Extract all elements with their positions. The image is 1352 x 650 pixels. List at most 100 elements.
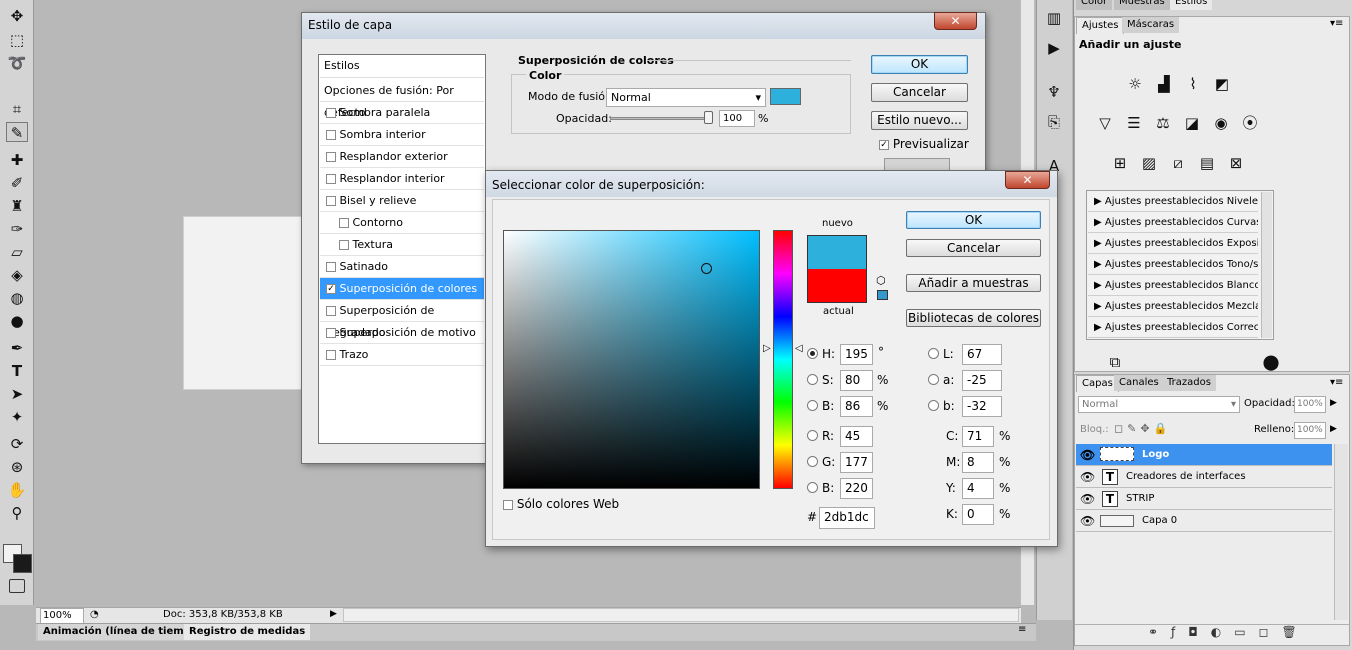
hue-input[interactable]: 195: [840, 344, 873, 365]
checkbox-checked[interactable]: ✓: [326, 284, 336, 294]
lab-a-input[interactable]: -25: [962, 370, 1002, 391]
checkbox[interactable]: [326, 262, 336, 272]
style-pattern-overlay[interactable]: Superposición de motivo: [320, 322, 484, 344]
selective-color-icon[interactable]: ⊠: [1225, 153, 1247, 173]
fill-field[interactable]: 100%: [1294, 422, 1326, 439]
radio-blue[interactable]: [807, 482, 818, 493]
history-brush-icon[interactable]: ✑: [6, 219, 28, 239]
tab-adjustments[interactable]: Ajustes: [1076, 17, 1125, 34]
preset-mixer[interactable]: ▶ Ajustes preestablecidos Mezclador de c…: [1088, 297, 1258, 317]
red-input[interactable]: 45: [840, 426, 873, 447]
hue-slider[interactable]: [773, 230, 793, 489]
green-input[interactable]: 177: [840, 452, 873, 473]
style-ok-button[interactable]: OK: [871, 55, 968, 74]
invert-icon[interactable]: ⊞: [1109, 153, 1131, 173]
shape-tool-icon[interactable]: ✦: [6, 407, 28, 427]
visibility-cycle-icon[interactable]: ⬤: [1260, 352, 1282, 372]
document-canvas[interactable]: [183, 216, 313, 390]
layers-scrollbar[interactable]: [1334, 444, 1348, 620]
crop-tool-icon[interactable]: ⌗: [6, 99, 28, 119]
layer-opacity-field[interactable]: 100%: [1294, 396, 1326, 413]
move-tool-icon[interactable]: ✥: [6, 6, 28, 26]
quick-mask-icon[interactable]: [9, 579, 25, 593]
status-info-icon[interactable]: ◔: [90, 609, 99, 620]
status-arrow-icon[interactable]: ▶: [330, 609, 337, 619]
web-colors-only-checkbox[interactable]: Sólo colores Web: [503, 497, 619, 511]
current-color-swatch[interactable]: [807, 269, 867, 303]
overlay-color-swatch[interactable]: [770, 88, 801, 105]
tab-paths[interactable]: Trazados: [1162, 375, 1216, 391]
adjustments-menu-icon[interactable]: ▾≡: [1330, 18, 1343, 29]
color-balance-icon[interactable]: ⚖: [1152, 113, 1174, 133]
channel-mixer-icon[interactable]: ⦿: [1239, 113, 1261, 133]
preset-bw[interactable]: ▶ Ajustes preestablecidos Blanco y negro: [1088, 276, 1258, 296]
style-drop-shadow[interactable]: Sombra paralela: [320, 102, 484, 124]
picker-ok-button[interactable]: OK: [906, 211, 1041, 229]
dodge-tool-icon[interactable]: ●: [6, 311, 28, 331]
checkbox[interactable]: [326, 328, 336, 338]
black-input[interactable]: 0: [962, 504, 994, 525]
eye-icon[interactable]: 👁: [1080, 488, 1095, 510]
lab-l-input[interactable]: 67: [962, 344, 1002, 365]
clip-layer-icon[interactable]: ⧉: [1104, 352, 1126, 372]
color-libraries-button[interactable]: Bibliotecas de colores: [906, 309, 1041, 327]
blend-mode-select[interactable]: Normal ▾: [606, 88, 766, 107]
close-button[interactable]: ✕: [934, 12, 977, 30]
checkbox[interactable]: [326, 130, 336, 140]
lasso-tool-icon[interactable]: ➰: [6, 53, 28, 73]
eyedropper-tool-icon[interactable]: ✎: [6, 122, 28, 142]
checkbox[interactable]: [326, 174, 336, 184]
blend-options-item[interactable]: Opciones de fusión: Por defecto: [320, 80, 484, 119]
eye-icon[interactable]: 👁: [1080, 510, 1095, 532]
radio-green[interactable]: [807, 456, 818, 467]
saturation-input[interactable]: 80: [840, 370, 873, 391]
radio-brightness[interactable]: [807, 400, 818, 411]
stamp-tool-icon[interactable]: ♜: [6, 196, 28, 216]
layers-menu-icon[interactable]: ▾≡: [1330, 377, 1343, 388]
curves-icon[interactable]: ⌇: [1182, 74, 1204, 94]
3d-orbit-icon[interactable]: ⊛: [6, 457, 28, 477]
fill-arrow[interactable]: ▶: [1330, 424, 1337, 434]
brightness-input[interactable]: 86: [840, 396, 873, 417]
bucket-tool-icon[interactable]: ◈: [6, 265, 28, 285]
checkbox[interactable]: [339, 240, 349, 250]
picker-close-button[interactable]: ✕: [1005, 171, 1050, 189]
path-select-icon[interactable]: ➤: [6, 384, 28, 404]
style-outer-glow[interactable]: Resplandor exterior: [320, 146, 484, 168]
opacity-slider-track[interactable]: [610, 117, 712, 120]
layer-creadores[interactable]: 👁 T Creadores de interfaces: [1076, 466, 1332, 488]
style-inner-shadow[interactable]: Sombra interior: [320, 124, 484, 146]
layer-opacity-arrow[interactable]: ▶: [1330, 398, 1337, 408]
lock-icons[interactable]: ◻✎✥🔒: [1114, 422, 1171, 435]
tab-styles[interactable]: Estilos: [1170, 0, 1213, 10]
yellow-input[interactable]: 4: [962, 478, 994, 499]
posterize-icon[interactable]: ▨: [1138, 153, 1160, 173]
preview-checkbox[interactable]: ✓ Previsualizar: [879, 137, 969, 151]
cyan-input[interactable]: 71: [962, 426, 994, 447]
hand-tool-icon[interactable]: ✋: [6, 480, 28, 500]
color-field[interactable]: [503, 230, 760, 489]
radio-saturation[interactable]: [807, 374, 818, 385]
eraser-tool-icon[interactable]: ▱: [6, 242, 28, 262]
gradient-map-icon[interactable]: ▤: [1196, 153, 1218, 173]
lab-b-input[interactable]: -32: [962, 396, 1002, 417]
picker-cancel-button[interactable]: Cancelar: [906, 239, 1041, 257]
hue-saturation-icon[interactable]: ☰: [1123, 113, 1145, 133]
brush-tool-icon[interactable]: ✐: [6, 173, 28, 193]
tab-animation[interactable]: Animación (línea de tiempo): [38, 624, 208, 640]
3d-rotate-icon[interactable]: ⟳: [6, 434, 28, 454]
style-gradient-overlay[interactable]: Superposición de degradado: [320, 300, 484, 339]
vibrance-icon[interactable]: ▽: [1094, 113, 1116, 133]
layer-blend-select[interactable]: Normal ▾: [1078, 396, 1240, 413]
styles-header[interactable]: Estilos: [320, 56, 484, 78]
hex-input[interactable]: 2db1dc: [819, 507, 875, 529]
magenta-input[interactable]: 8: [962, 452, 994, 473]
style-contour[interactable]: Contorno: [320, 212, 484, 234]
preset-levels[interactable]: ▶ Ajustes preestablecidos Niveles: [1088, 192, 1258, 212]
actions-panel-icon[interactable]: ▶: [1043, 38, 1065, 58]
layers-footer-icons[interactable]: ⚭ƒ◘◐▭◻🗑: [1148, 625, 1310, 639]
tab-swatches[interactable]: Muestras: [1114, 0, 1170, 10]
photo-filter-icon[interactable]: ◉: [1210, 113, 1232, 133]
checkbox[interactable]: [326, 152, 336, 162]
eye-icon[interactable]: 👁: [1080, 466, 1095, 488]
